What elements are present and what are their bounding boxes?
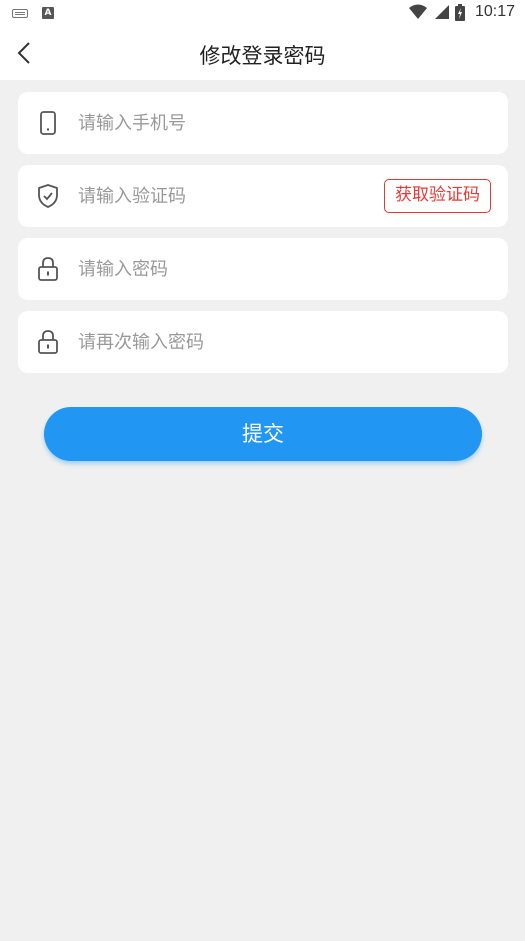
phone-input[interactable] (78, 106, 368, 140)
page-title: 修改登录密码 (199, 44, 326, 68)
status-bar: A 10:17 (0, 0, 525, 28)
get-code-button[interactable]: 获取验证码 (384, 179, 491, 213)
keyboard-icon (12, 8, 28, 18)
a-icon: A (42, 7, 54, 19)
submit-button[interactable]: 提交 (44, 407, 482, 461)
signal-icon (434, 5, 449, 19)
phone-field (18, 92, 508, 154)
code-input[interactable] (78, 179, 368, 213)
lock-icon (38, 330, 58, 354)
confirm-password-field (18, 311, 508, 373)
password-field (18, 238, 508, 300)
status-right: 10:17 (408, 3, 515, 21)
battery-icon (454, 3, 465, 21)
phone-icon (40, 111, 56, 135)
password-input[interactable] (78, 252, 368, 286)
wifi-icon (408, 4, 427, 19)
lock-icon (38, 257, 58, 281)
status-time: 10:17 (474, 3, 515, 20)
code-field: 获取验证码 (18, 165, 508, 227)
status-left: A (12, 7, 54, 19)
nav-bar: 修改登录密码 (0, 28, 525, 80)
confirm-password-input[interactable] (78, 325, 368, 359)
shield-check-icon (38, 184, 58, 208)
